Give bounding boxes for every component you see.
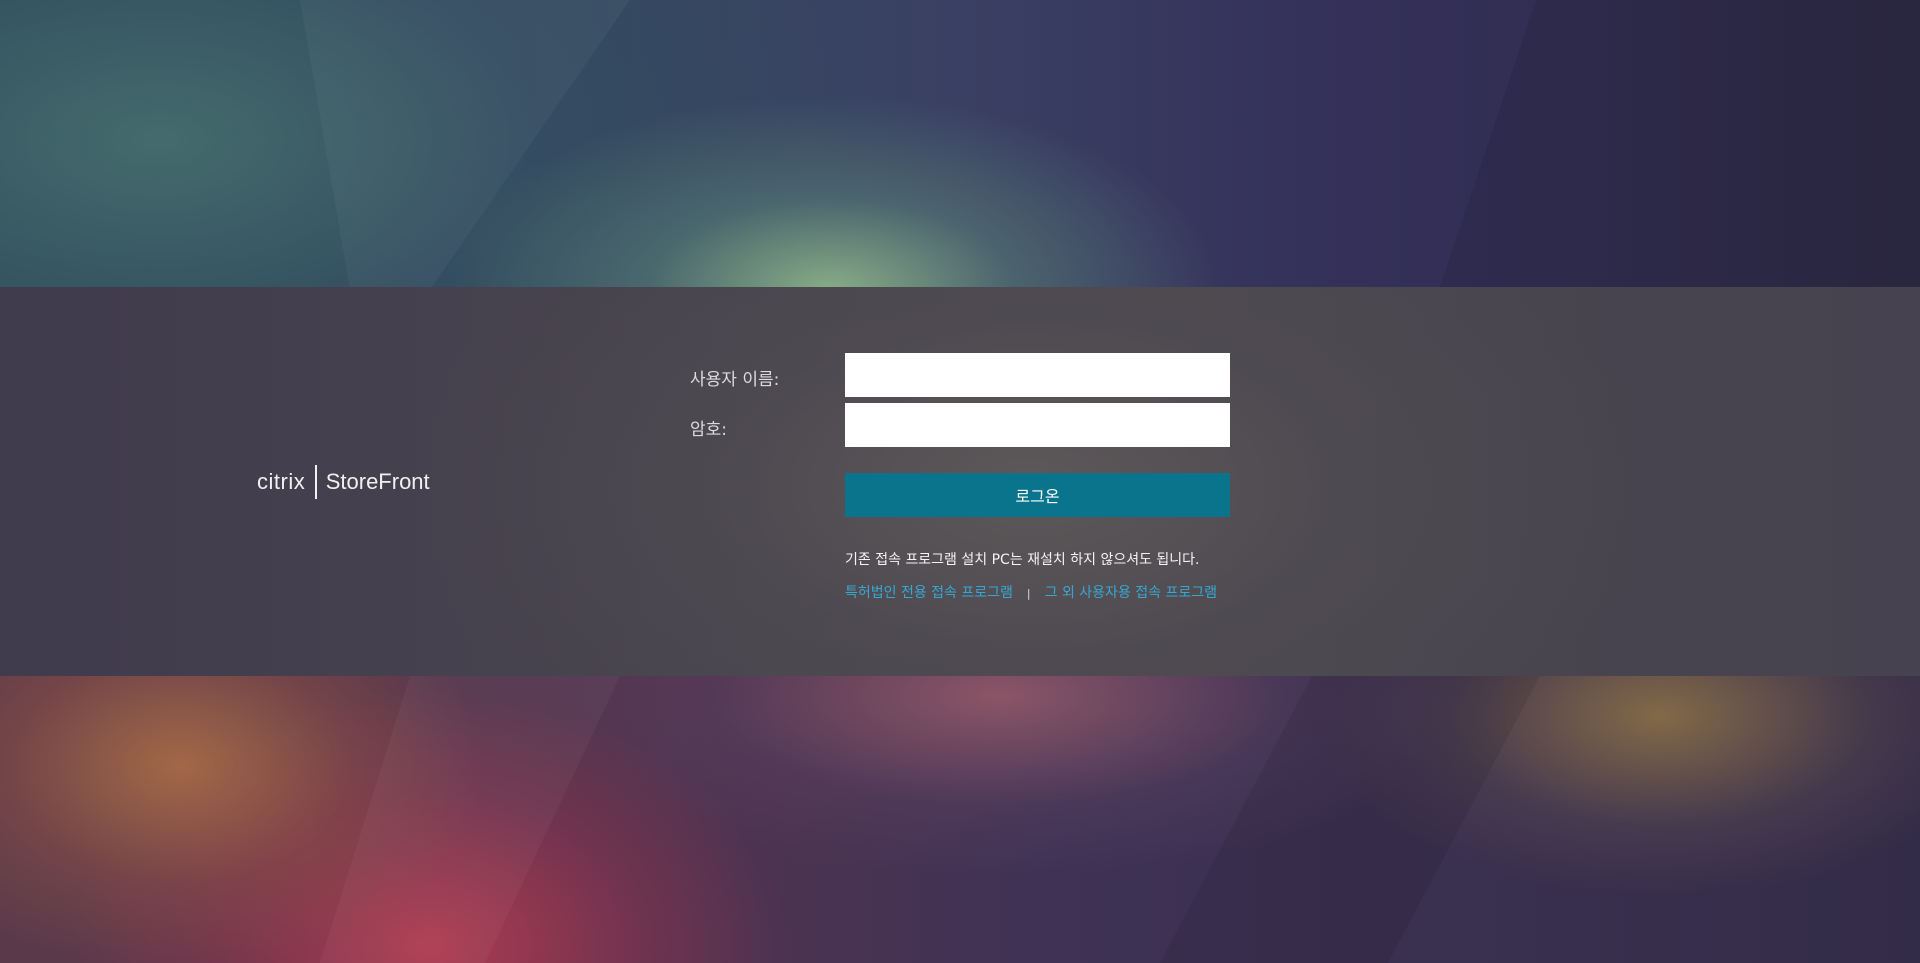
password-row: 암호: — [690, 403, 1230, 447]
citrix-storefront-logo: citrix StoreFront — [257, 465, 430, 499]
background-facet — [1440, 0, 1920, 287]
background-facet — [300, 0, 630, 287]
background-top — [0, 0, 1920, 287]
username-label: 사용자 이름: — [690, 370, 780, 390]
logon-button[interactable]: 로그온 — [845, 473, 1230, 517]
background-facet — [1160, 676, 1540, 963]
password-label: 암호: — [690, 420, 728, 440]
download-links: 특허법인 전용 접속 프로그램 | 그 외 사용자용 접속 프로그램 — [845, 582, 1217, 602]
username-input[interactable] — [845, 353, 1230, 397]
background-bottom — [0, 676, 1920, 963]
notice-text: 기존 접속 프로그램 설치 PC는 재설치 하지 않으셔도 됩니다. — [845, 552, 1200, 568]
login-band: citrix StoreFront 사용자 이름: 암호: 로그온 기존 접속 … — [0, 287, 1920, 676]
product-name: StoreFront — [325, 469, 430, 494]
download-link-patent-firm[interactable]: 특허법인 전용 접속 프로그램 — [845, 582, 1013, 602]
username-row: 사용자 이름: — [690, 353, 1230, 397]
link-separator: | — [1026, 586, 1031, 600]
logo-divider — [315, 465, 317, 499]
citrix-logo-text: citrix — [257, 469, 306, 494]
background-facet — [320, 676, 620, 963]
download-link-other-users[interactable]: 그 외 사용자용 접속 프로그램 — [1045, 582, 1217, 602]
login-page: citrix StoreFront 사용자 이름: 암호: 로그온 기존 접속 … — [0, 0, 1920, 963]
password-input[interactable] — [845, 403, 1230, 447]
